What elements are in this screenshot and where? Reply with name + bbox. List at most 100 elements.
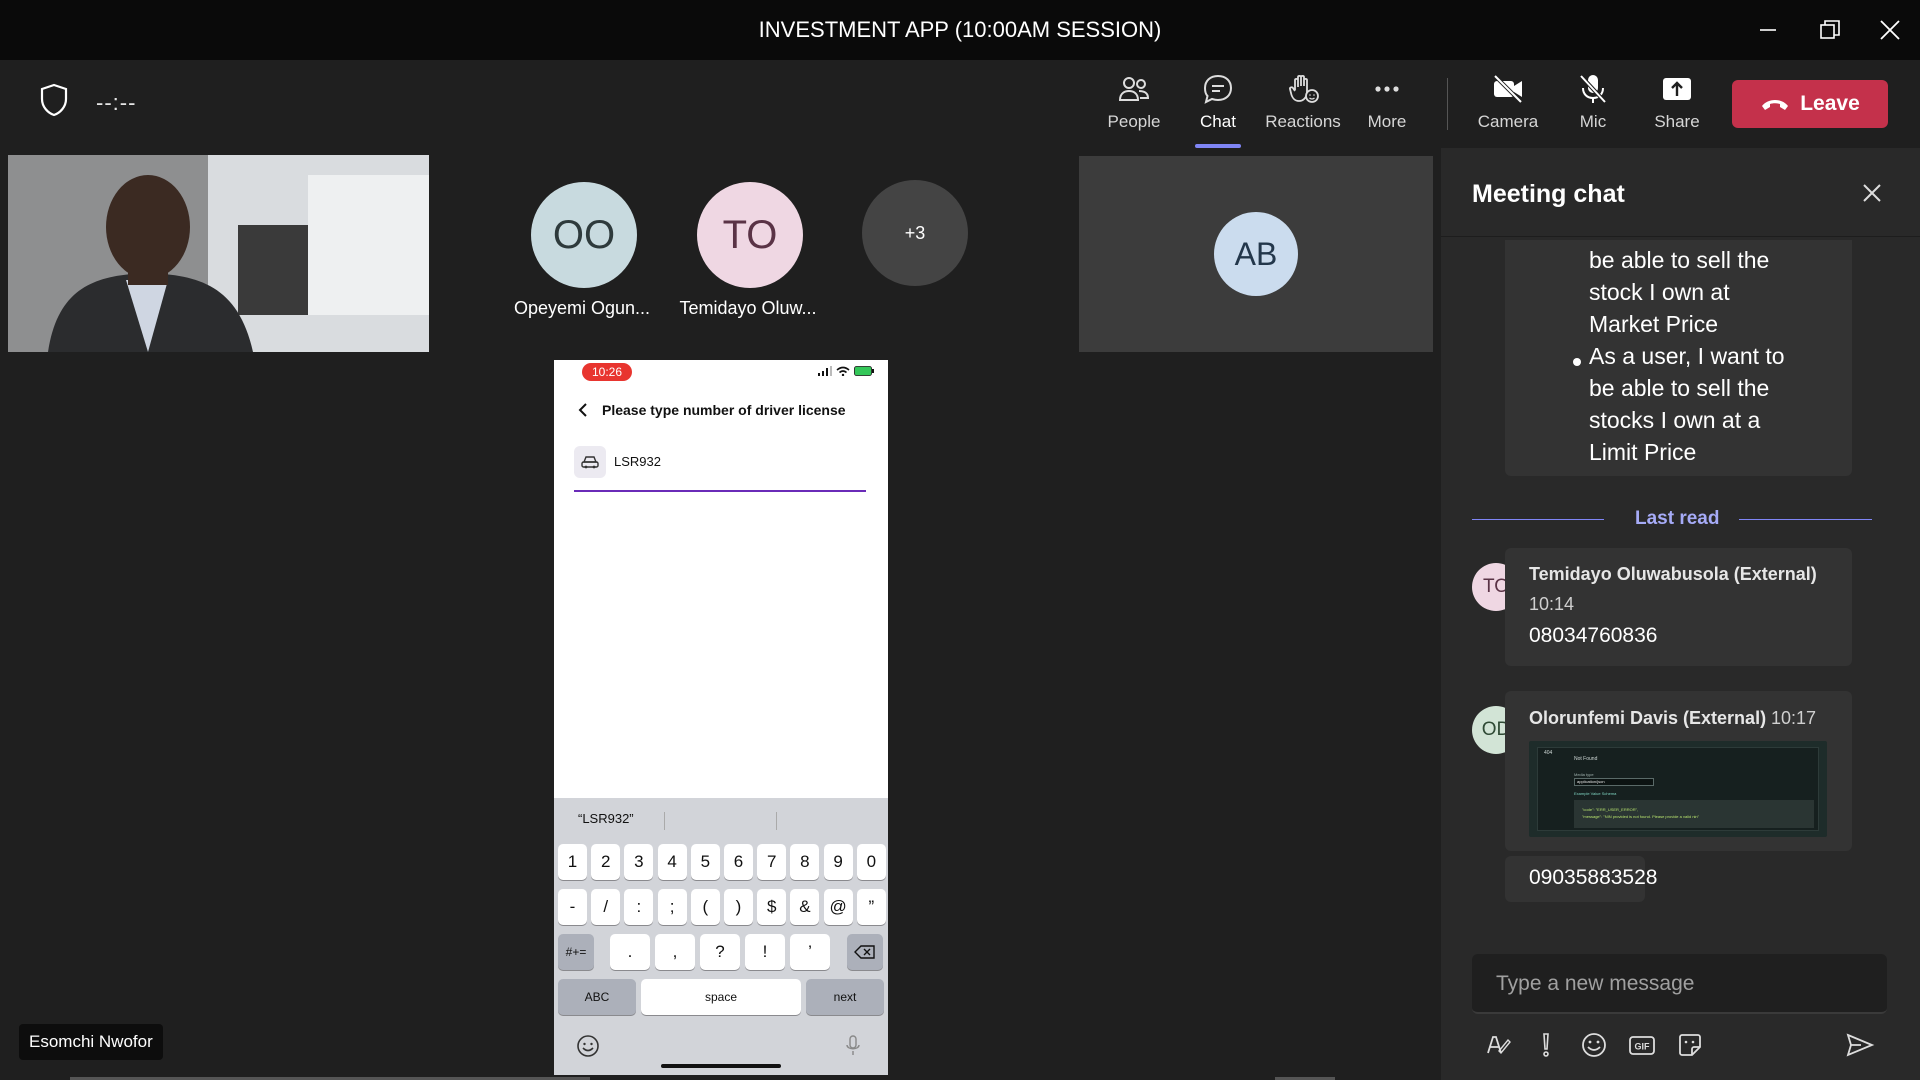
meeting-toolbar: --:-- People Chat Reactions More Camera … [0, 60, 1920, 148]
prior-line: Market Price [1589, 311, 1719, 337]
restore-button[interactable] [1810, 12, 1850, 48]
thumb-select: application/json [1574, 778, 1654, 786]
key-symbol[interactable]: ; [657, 889, 687, 925]
video-feed-image [8, 155, 429, 352]
people-button[interactable]: People [1092, 72, 1176, 142]
wifi-icon [836, 366, 850, 376]
key-punctuation[interactable]: ! [745, 934, 785, 970]
dictation-mic-icon[interactable] [844, 1034, 862, 1058]
phone-keyboard: “LSR932” 1 2 3 4 5 6 7 8 9 0 - /:;() $ & @”.,?!’ #+= A… [554, 798, 888, 1075]
minimize-icon [1760, 29, 1776, 31]
chat-message[interactable]: 09035883528 [1505, 856, 1657, 902]
key-symbol[interactable]: ( [690, 889, 720, 925]
key-symbol[interactable]: ) [724, 889, 753, 925]
gif-icon: GIF [1629, 1036, 1655, 1055]
key-symbols[interactable]: #+= [558, 934, 594, 970]
send-button[interactable] [1843, 1028, 1877, 1062]
chat-message-time: 10:17 [1771, 708, 1817, 728]
message-compose-box[interactable]: Type a new message [1472, 954, 1887, 1014]
last-read-label: Last read [1635, 508, 1720, 529]
close-window-button[interactable] [1870, 12, 1910, 48]
chat-message-author: Olorunfemi Davis (External) [1529, 708, 1767, 728]
key-punctuation[interactable]: ’ [790, 934, 830, 970]
title-bar: INVESTMENT APP (10:00AM SESSION) [0, 0, 1920, 60]
emoji-keyboard-icon[interactable] [576, 1034, 600, 1058]
close-icon [1880, 20, 1900, 40]
mark-important-button[interactable] [1529, 1028, 1563, 1062]
phone-status-icons [818, 366, 874, 376]
key-digit[interactable]: 4 [657, 844, 687, 880]
camera-button[interactable]: Camera [1466, 72, 1550, 142]
participant-video[interactable] [8, 155, 429, 352]
key-digit[interactable]: 5 [690, 844, 720, 880]
phone-screen-header: Please type number of driver license [578, 402, 846, 418]
participant-avatar-to[interactable]: TO [697, 182, 803, 288]
chat-image-attachment[interactable]: 404 Not Found Media type application/jso… [1529, 741, 1827, 837]
driver-license-input[interactable]: LSR932 [574, 446, 866, 492]
spotlight-tile[interactable]: AB [1079, 156, 1433, 352]
previous-chat-message: be able to sell the stock I own at Marke… [1505, 240, 1852, 476]
leave-button[interactable]: Leave [1732, 80, 1888, 128]
car-icon [574, 446, 606, 478]
key-symbol[interactable]: : [624, 889, 654, 925]
key-next[interactable]: next [806, 979, 884, 1015]
svg-text:GIF: GIF [1635, 1042, 1651, 1052]
key-digit[interactable]: 8 [790, 844, 820, 880]
share-button[interactable]: Share [1635, 72, 1719, 142]
chat-message-author: Temidayo Oluwabusola (External) [1529, 564, 1817, 584]
people-label: People [1107, 112, 1161, 131]
thumb-tabs: Example Value Schema [1574, 791, 1617, 796]
restore-icon [1820, 20, 1840, 39]
mic-button[interactable]: Mic [1551, 72, 1635, 142]
key-digit[interactable]: 9 [823, 844, 853, 880]
key-symbol[interactable]: & [790, 889, 820, 925]
chat-message-time: 10:14 [1529, 594, 1575, 614]
more-button[interactable]: More [1345, 72, 1429, 142]
phone-screen-title: Please type number of driver license [602, 402, 846, 418]
close-chat-button[interactable] [1861, 182, 1883, 209]
key-digit[interactable]: 1 [558, 844, 587, 880]
participant-name-opeyemi: Opeyemi Ogun... [513, 298, 651, 318]
prior-line: be able to sell the [1589, 375, 1770, 401]
thumb-code: 404 [1544, 750, 1553, 756]
back-chevron-icon [578, 403, 587, 417]
key-backspace[interactable] [847, 934, 883, 970]
gif-button[interactable]: GIF [1625, 1028, 1659, 1062]
key-digit[interactable]: 0 [856, 844, 886, 880]
key-digit[interactable]: 2 [591, 844, 621, 880]
chat-header-divider [1441, 236, 1920, 237]
key-digit[interactable]: 6 [724, 844, 753, 880]
key-punctuation[interactable]: , [655, 934, 695, 970]
people-icon [1118, 77, 1150, 101]
minimize-button[interactable] [1748, 12, 1788, 48]
keyboard-suggestion[interactable]: “LSR932” [578, 811, 634, 826]
key-punctuation[interactable]: . [610, 934, 650, 970]
participant-name-temidayo: Temidayo Oluw... [679, 298, 817, 318]
close-icon [1863, 184, 1881, 202]
key-symbol[interactable]: @ [823, 889, 853, 925]
key-digit[interactable]: 3 [624, 844, 654, 880]
chat-message[interactable]: Olorunfemi Davis (External) 10:17 404 No… [1505, 691, 1852, 851]
key-symbol[interactable]: - [558, 889, 587, 925]
more-participants-button[interactable]: +3 [862, 180, 968, 286]
thumb-json-line: "message": "NIN provided is not found. P… [1582, 814, 1700, 819]
more-label: More [1367, 112, 1407, 131]
chat-panel-title: Meeting chat [1472, 180, 1625, 208]
chat-message[interactable]: Temidayo Oluwabusola (External) 10:14 08… [1505, 548, 1852, 666]
key-space[interactable]: space [641, 979, 801, 1015]
format-button[interactable] [1480, 1028, 1514, 1062]
key-abc[interactable]: ABC [558, 979, 636, 1015]
participant-avatar-oo[interactable]: OO [531, 182, 637, 288]
key-symbol[interactable]: ” [856, 889, 886, 925]
chat-button[interactable]: Chat [1176, 72, 1260, 148]
chat-message-body: 08034760836 [1529, 624, 1658, 647]
key-digit[interactable]: 7 [757, 844, 787, 880]
reactions-button[interactable]: Reactions [1261, 72, 1345, 142]
key-symbol[interactable]: / [591, 889, 621, 925]
key-symbol[interactable]: $ [757, 889, 787, 925]
emoji-button[interactable] [1577, 1028, 1611, 1062]
sticker-button[interactable] [1673, 1028, 1707, 1062]
phone-clock: 10:26 [582, 363, 632, 381]
meeting-chat-panel: Meeting chat be able to sell the stock I… [1441, 148, 1920, 1080]
key-punctuation[interactable]: ? [700, 934, 740, 970]
